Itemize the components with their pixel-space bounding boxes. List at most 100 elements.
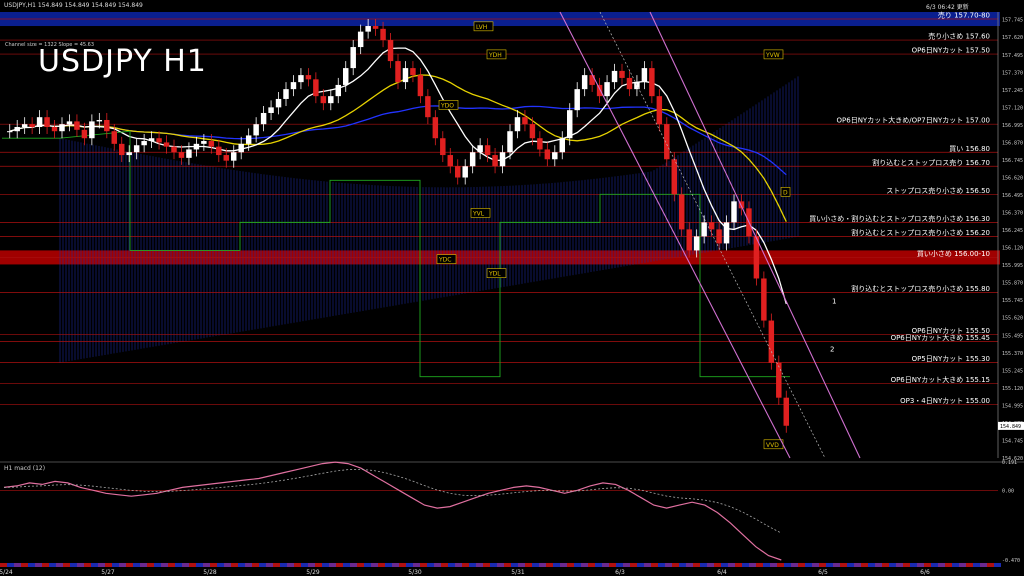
candle-body	[29, 124, 35, 128]
channel-mid-line	[599, 11, 826, 459]
candle-body	[716, 229, 722, 244]
date-strip-cell	[462, 563, 469, 567]
candle-body	[664, 124, 670, 160]
date-strip-cell	[532, 563, 539, 567]
candle-body	[477, 145, 483, 153]
level-label: 買い 156.80	[949, 145, 990, 153]
candle-body	[649, 68, 655, 97]
y-tick-label: 157.620	[1002, 35, 1023, 41]
date-strip-cell	[637, 563, 644, 567]
candle-body	[723, 222, 730, 244]
date-strip-cell	[861, 563, 868, 567]
y-tick-label: 155.495	[1002, 333, 1023, 339]
macd-line	[3, 461, 782, 561]
x-tick-label: 5/30	[408, 569, 422, 576]
date-strip-cell	[868, 563, 875, 567]
date-strip-cell	[98, 563, 105, 567]
candle-body	[447, 155, 453, 167]
chart-root: 売り 157.70-80 売り小さめ 157.60 OP6日NYカット 157.50…	[0, 0, 1024, 576]
y-tick-label: 156.245	[1002, 228, 1023, 234]
y-tick-label: 155.120	[1002, 386, 1023, 392]
channel-annotation-1: 1	[832, 298, 836, 306]
date-strip-cell	[287, 563, 294, 567]
date-strip-cell	[812, 563, 819, 567]
level-label: OP6日NYカット大きめ 155.45	[891, 333, 990, 342]
date-strip-cell	[448, 563, 455, 567]
date-strip-cell	[553, 563, 560, 567]
date-strip-cell	[84, 563, 91, 567]
date-strip-cell	[308, 563, 315, 567]
date-strip-cell	[595, 563, 602, 567]
date-strip-cell	[455, 563, 462, 567]
y-tick-label: 157.495	[1002, 53, 1023, 59]
candle-body	[141, 141, 147, 146]
date-strip-cell	[385, 563, 392, 567]
date-strip-cell	[105, 563, 112, 567]
candle-body	[484, 145, 491, 156]
candle-body	[223, 155, 229, 161]
date-strip-cell	[357, 563, 364, 567]
date-strip-cell	[763, 563, 770, 567]
date-strip-cell	[224, 563, 231, 567]
candle-body	[126, 152, 132, 156]
y-tick-label: 155.870	[1002, 281, 1023, 287]
date-strip-cell	[301, 563, 308, 567]
candle-body	[238, 143, 244, 153]
candle-body	[581, 75, 588, 90]
indicator-label: H1 macd (12)	[4, 465, 46, 472]
date-strip-cell	[644, 563, 651, 567]
date-strip-cell	[924, 563, 931, 567]
date-strip-cell	[441, 563, 448, 567]
candle-body	[469, 152, 476, 167]
candle-body	[231, 152, 237, 161]
date-strip-cell	[469, 563, 476, 567]
y-tick-label: 157.745	[1002, 18, 1023, 24]
date-strip-cell	[770, 563, 777, 567]
y-tick-label: 155.745	[1002, 298, 1023, 304]
date-strip-cell	[56, 563, 63, 567]
date-strip-cell	[182, 563, 189, 567]
candle-body	[776, 362, 782, 398]
date-strip-cell	[231, 563, 238, 567]
date-strip-cell	[238, 563, 245, 567]
channel-annotation-2: 2	[830, 345, 834, 353]
date-strip-cell	[616, 563, 623, 567]
date-strip-cell	[399, 563, 406, 567]
date-strip-cell	[903, 563, 910, 567]
candle-body	[626, 77, 633, 90]
macd-signal-line	[3, 468, 782, 534]
date-strip-cell	[252, 563, 259, 567]
candle-body	[574, 89, 580, 111]
candle-body	[679, 194, 685, 230]
date-strip-cell	[259, 563, 266, 567]
date-strip-cell	[322, 563, 329, 567]
candle-body	[51, 127, 58, 132]
date-strip-cell	[994, 563, 1001, 567]
candle-body	[268, 107, 274, 113]
date-strip-cell	[952, 563, 959, 567]
date-strip-cell	[476, 563, 483, 567]
y-tick-label: 156.620	[1002, 175, 1023, 181]
candle-body	[686, 229, 692, 251]
date-strip-cell	[427, 563, 434, 567]
x-tick-label: 5/31	[511, 569, 525, 576]
y-tick-label: 157.245	[1002, 88, 1023, 94]
x-tick-label: 6/5	[818, 569, 828, 576]
candle-body	[425, 96, 431, 118]
date-strip-cell	[14, 563, 21, 567]
candle-body	[350, 47, 356, 69]
date-strip-cell	[175, 563, 182, 567]
marker-label: YDC	[438, 257, 451, 264]
level-label: OP6日NYカット大きめ 155.15	[891, 375, 990, 384]
y-tick-label: 157.120	[1002, 105, 1023, 111]
candle-body	[507, 131, 513, 153]
y-tick-label: 155.245	[1002, 368, 1023, 374]
candle-body	[208, 141, 215, 147]
date-strip-cell	[434, 563, 441, 567]
date-strip-cell	[483, 563, 490, 567]
candle-body	[313, 79, 319, 97]
candle-body	[89, 121, 95, 139]
date-strip-cell	[966, 563, 973, 567]
candle-body	[365, 26, 371, 32]
candle-body	[298, 75, 304, 83]
